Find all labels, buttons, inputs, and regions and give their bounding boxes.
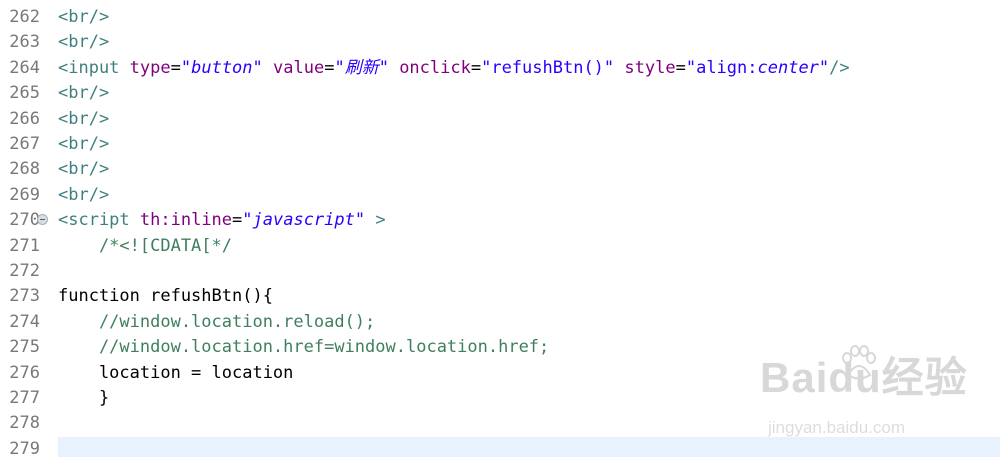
code-line[interactable]: 262 <br/> — [0, 5, 1000, 30]
code-token: > — [375, 210, 386, 231]
code-line[interactable]: 273 function refushBtn(){ — [0, 284, 1000, 309]
line-number: 268 — [9, 159, 40, 180]
code-editor[interactable]: Baidu经验 jingyan.baidu.com 262 <br/> 263 <br… — [0, 0, 1000, 457]
code-line[interactable]: 274 //window.location.reload(); — [0, 310, 1000, 335]
line-code: /*<![CDATA[*/ — [58, 234, 232, 259]
code-token: <br/> — [58, 159, 110, 180]
code-line[interactable]: 271 /*<![CDATA[*/ — [0, 234, 1000, 259]
code-token: //window.location.reload(); — [58, 311, 376, 332]
line-code: <br/> — [58, 30, 109, 55]
code-line[interactable]: 267 <br/> — [0, 132, 1000, 157]
code-token: <br/> — [58, 134, 110, 154]
line-number: 272 — [9, 261, 40, 281]
code-token: center — [757, 57, 819, 78]
code-token: = — [232, 210, 243, 231]
code-token: = — [470, 57, 482, 78]
code-token: = — [324, 57, 335, 78]
code-token: } — [58, 388, 110, 408]
code-token: /*<![CDATA[*/ — [58, 235, 232, 256]
code-token: onclick — [399, 57, 471, 78]
code-token: "refushBtn()" — [481, 57, 615, 78]
code-token: <br/> — [58, 32, 110, 53]
code-line[interactable]: 272 — [0, 259, 1000, 284]
line-number: 267 — [9, 134, 40, 154]
code-token: <script — [58, 210, 130, 231]
code-token: "刷新" — [334, 57, 389, 78]
line-code: <br/> — [58, 132, 109, 157]
line-code: location = location — [58, 361, 293, 386]
line-number: 273 — [9, 286, 40, 307]
line-number: 262 — [9, 7, 40, 27]
code-line[interactable]: 269 <br/> — [0, 183, 1000, 208]
line-code: <br/> — [58, 81, 109, 106]
code-token: type — [129, 57, 171, 78]
line-code: <br/> — [58, 107, 109, 132]
code-token: <input — [58, 57, 120, 78]
line-code: //window.location.reload(); — [58, 310, 375, 335]
code-line[interactable]: 270 <script th:inline="javascript" > — [0, 208, 1000, 233]
line-number: 270 — [9, 210, 40, 231]
code-token: "align: — [685, 57, 758, 78]
line-number: 276 — [9, 362, 40, 383]
code-token: style — [624, 57, 676, 78]
line-number: 265 — [9, 83, 40, 104]
code-token: = — [170, 57, 181, 78]
line-number: 263 — [9, 32, 40, 53]
code-line[interactable]: 275 //window.location.href=window.locati… — [0, 335, 1000, 360]
code-token: value — [273, 57, 325, 78]
line-code: <script th:inline="javascript" > — [58, 208, 386, 233]
line-number: 274 — [9, 311, 40, 332]
line-number: 277 — [9, 388, 40, 408]
code-line[interactable]: 266 <br/> — [0, 107, 1000, 132]
code-token: <br/> — [58, 184, 110, 205]
line-code: <br/> — [58, 157, 109, 182]
line-number: 266 — [9, 108, 40, 129]
line-number: 271 — [9, 235, 40, 256]
code-line[interactable]: 278 — [0, 411, 1000, 436]
line-number: 278 — [9, 413, 40, 434]
code-token: "javascript" — [242, 210, 366, 231]
line-code: <br/> — [58, 5, 109, 30]
line-code: function refushBtn(){ — [58, 284, 273, 309]
code-line[interactable]: 277 } — [0, 386, 1000, 411]
code-token: = — [675, 57, 686, 78]
code-token: location = location — [58, 362, 294, 383]
line-code: <input type="button" value="刷新" onclick=… — [58, 56, 850, 81]
code-token: <br/> — [58, 7, 110, 27]
line-number: 275 — [9, 337, 40, 358]
line-code: } — [58, 386, 109, 411]
code-line[interactable]: 268 <br/> — [0, 157, 1000, 182]
line-number: 264 — [9, 57, 40, 78]
line-number: 279 — [9, 438, 40, 457]
code-token: <br/> — [58, 83, 110, 104]
code-token: /> — [829, 57, 850, 78]
code-line[interactable]: 263 <br/> — [0, 30, 1000, 55]
code-token: function refushBtn(){ — [58, 286, 273, 307]
code-line[interactable]: 279 — [0, 437, 1000, 457]
code-line[interactable]: 265 <br/> — [0, 81, 1000, 106]
line-code: <br/> — [58, 183, 109, 208]
code-token: th:inline — [139, 210, 233, 231]
line-number: 269 — [9, 184, 40, 205]
code-line[interactable]: 264 <input type="button" value="刷新" oncli… — [0, 56, 1000, 81]
code-line[interactable]: 276 location = location — [0, 361, 1000, 386]
line-code: //window.location.href=window.location.h… — [58, 335, 549, 360]
fold-collapse-icon[interactable] — [37, 214, 48, 226]
code-token: "button" — [180, 57, 263, 78]
code-token: //window.location.href=window.location.h… — [58, 337, 550, 358]
code-token: <br/> — [58, 108, 110, 129]
code-token: " — [818, 57, 830, 78]
